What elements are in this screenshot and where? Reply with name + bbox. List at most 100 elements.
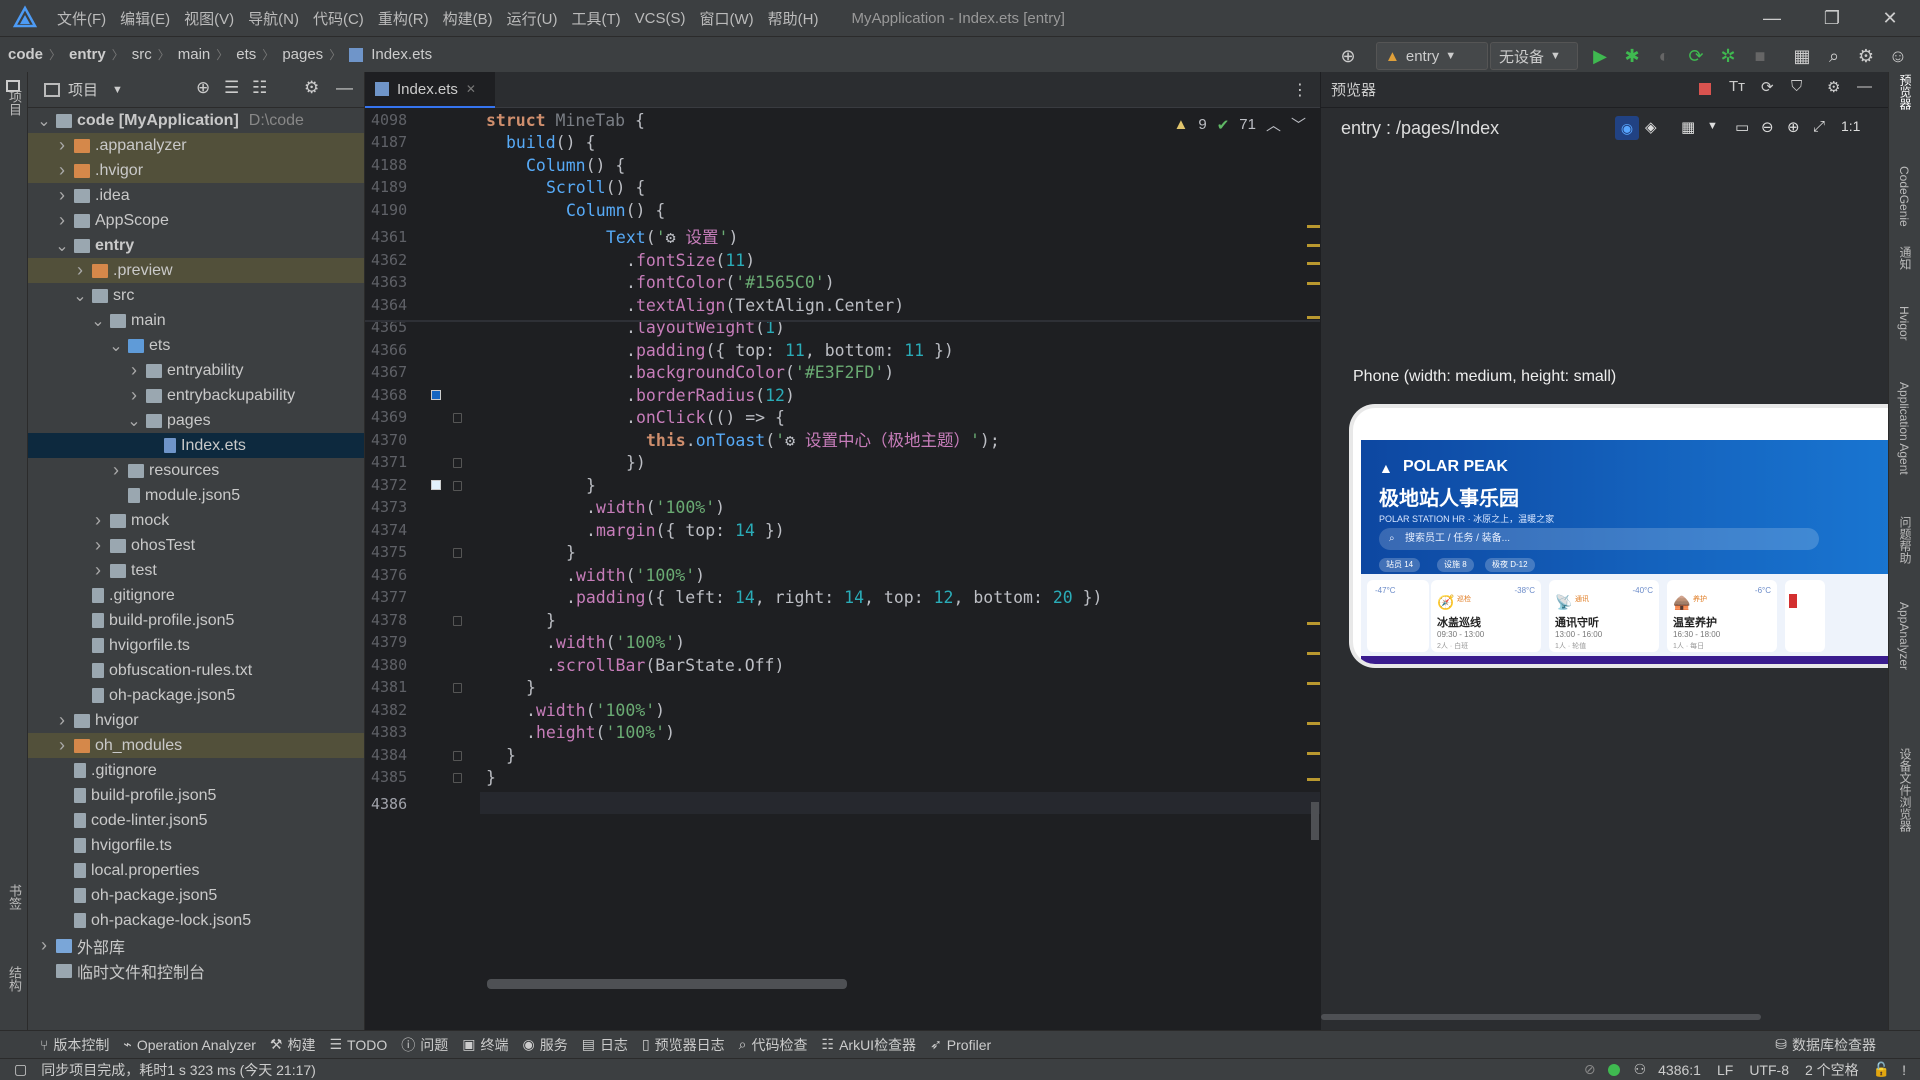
help-tool-button[interactable]: 问题帮助 <box>1897 516 1914 564</box>
profile-icon[interactable]: ✲ <box>1716 44 1740 68</box>
tree-item[interactable]: › 外部库 <box>28 933 364 958</box>
tree-item[interactable]: ⌄ pages <box>28 408 364 433</box>
target-icon[interactable]: ⊕ <box>1336 44 1360 68</box>
chevron-down-icon[interactable]: ⌄ <box>54 236 70 256</box>
stop-preview-icon[interactable] <box>1699 83 1711 95</box>
chip-facility[interactable]: 设施 8 <box>1437 558 1474 572</box>
minimize-icon[interactable]: — <box>1742 0 1802 36</box>
close-icon[interactable]: ✕ <box>1860 0 1920 36</box>
tree-item[interactable]: oh-package-lock.json5 <box>28 908 364 933</box>
appanalyzer-tool-button[interactable]: AppAnalyzer <box>1897 602 1911 670</box>
task-card[interactable]: 📡 通讯 -40°C 通讯守听 13:00 - 16:00 1人 · 轮值 <box>1549 580 1659 652</box>
debug-icon[interactable]: ✱ <box>1620 44 1644 68</box>
no-notifications-icon[interactable]: ⊘ <box>1584 1061 1596 1078</box>
frame-icon[interactable]: ▭ <box>1735 118 1749 136</box>
lock-icon[interactable]: 🔓 <box>1873 1061 1890 1078</box>
module-selector[interactable]: ▲ entry ▼ <box>1376 42 1488 70</box>
close-icon[interactable]: ✕ <box>466 82 476 96</box>
chevron-down-icon[interactable]: ▼ <box>112 84 123 96</box>
alert-icon[interactable]: ! <box>1902 1062 1906 1078</box>
tree-item[interactable]: Index.ets <box>28 433 364 458</box>
breadcrumb-ets[interactable]: ets <box>228 46 262 63</box>
tree-item[interactable]: › .idea <box>28 183 364 208</box>
menu-run[interactable]: 运行(U) <box>500 8 565 29</box>
collapse-all-icon[interactable]: ☷ <box>252 78 267 98</box>
fold-marker-icon[interactable] <box>453 548 462 558</box>
line-separator[interactable]: LF <box>1717 1062 1733 1078</box>
tree-item[interactable]: ⌄ code [MyApplication] D:\code <box>28 108 364 133</box>
build-tool-button[interactable]: ⚒ 构建 <box>270 1035 316 1055</box>
tree-item[interactable]: › hvigor <box>28 708 364 733</box>
indent-setting[interactable]: 2 个空格 <box>1805 1060 1859 1080</box>
status-message[interactable]: 同步项目完成，耗时1 s 323 ms (今天 21:17) <box>41 1060 316 1080</box>
search-icon[interactable]: ⌕ <box>1822 44 1846 68</box>
warning-marker[interactable] <box>1307 778 1321 781</box>
fold-marker-icon[interactable] <box>453 413 462 423</box>
tree-item[interactable]: code-linter.json5 <box>28 808 364 833</box>
fold-marker-icon[interactable] <box>453 751 462 761</box>
warning-marker[interactable] <box>1307 652 1321 655</box>
hide-icon[interactable]: — <box>336 78 353 98</box>
warning-marker[interactable] <box>1307 752 1321 755</box>
menu-help[interactable]: 帮助(H) <box>761 8 826 29</box>
tree-item[interactable]: › resources <box>28 458 364 483</box>
menu-file[interactable]: 文件(F) <box>50 8 113 29</box>
tree-item[interactable]: build-profile.json5 <box>28 608 364 633</box>
tree-item[interactable]: .gitignore <box>28 583 364 608</box>
warning-marker[interactable] <box>1307 262 1321 265</box>
chevron-right-icon[interactable]: › <box>126 360 142 381</box>
chevron-right-icon[interactable]: › <box>36 935 52 956</box>
chip-staff[interactable]: 站员 14 <box>1379 558 1421 572</box>
fold-marker-icon[interactable] <box>453 683 462 693</box>
code-check-tool-button[interactable]: ⌕ 代码检查 <box>739 1035 808 1055</box>
chevron-right-icon[interactable]: › <box>54 185 70 206</box>
run-icon[interactable]: ▶ <box>1588 44 1612 68</box>
chevron-right-icon[interactable]: › <box>54 710 70 731</box>
menu-code[interactable]: 代码(C) <box>306 8 371 29</box>
expand-all-icon[interactable]: ☰ <box>224 78 239 98</box>
tree-item[interactable]: obfuscation-rules.txt <box>28 658 364 683</box>
log-tool-button[interactable]: ▤ 日志 <box>582 1035 628 1055</box>
maximize-icon[interactable]: ❐ <box>1802 0 1862 36</box>
task-card[interactable] <box>1785 580 1825 652</box>
font-size-icon[interactable]: Tт <box>1729 78 1745 95</box>
eye-icon[interactable]: ◉ <box>1615 116 1639 140</box>
zoom-out-icon[interactable]: ⊖ <box>1761 118 1774 136</box>
hide-icon[interactable]: — <box>1857 78 1872 95</box>
preview-horizontal-scrollbar[interactable] <box>1321 1014 1761 1020</box>
layers-icon[interactable]: ◈ <box>1645 118 1657 136</box>
chevron-down-icon[interactable]: ⌄ <box>108 336 124 356</box>
menu-tools[interactable]: 工具(T) <box>564 8 627 29</box>
account-icon[interactable]: ☺ <box>1886 44 1910 68</box>
menu-view[interactable]: 视图(V) <box>177 8 241 29</box>
breadcrumb-src[interactable]: src <box>124 46 158 63</box>
stop-icon[interactable]: ■ <box>1748 44 1772 68</box>
tree-item[interactable]: module.json5 <box>28 483 364 508</box>
warning-marker[interactable] <box>1307 282 1321 285</box>
vcs-tool-button[interactable]: ⑂ 版本控制 <box>40 1035 109 1055</box>
tree-item[interactable]: build-profile.json5 <box>28 783 364 808</box>
codegenie-tool-button[interactable]: CodeGenie <box>1897 166 1911 227</box>
tree-item[interactable]: › .preview <box>28 258 364 283</box>
chevron-right-icon[interactable]: › <box>72 260 88 281</box>
grid-icon[interactable]: ▦ <box>1681 118 1695 136</box>
menu-navigate[interactable]: 导航(N) <box>241 8 306 29</box>
horizontal-scrollbar[interactable] <box>487 979 847 989</box>
previewer-tool-button[interactable]: 预览器 <box>1897 74 1914 110</box>
fold-marker-icon[interactable] <box>453 458 462 468</box>
menu-window[interactable]: 窗口(W) <box>692 8 760 29</box>
bookmarks-tool-button[interactable]: 书签 <box>5 884 24 910</box>
breadcrumb-main[interactable]: main <box>170 46 217 63</box>
chevron-down-icon[interactable]: ⌄ <box>126 411 142 431</box>
chevron-right-icon[interactable]: › <box>54 735 70 756</box>
caret-position[interactable]: 4386:1 <box>1658 1062 1701 1078</box>
locate-icon[interactable]: ⊕ <box>196 78 210 98</box>
terminal-tool-button[interactable]: ▣ 终端 <box>462 1035 508 1055</box>
breadcrumb-code[interactable]: code <box>0 46 49 63</box>
tree-item[interactable]: › ohosTest <box>28 533 364 558</box>
tree-item[interactable]: ⌄ main <box>28 308 364 333</box>
tree-item[interactable]: › .hvigor <box>28 158 364 183</box>
tree-item[interactable]: local.properties <box>28 858 364 883</box>
arkui-inspector-tool-button[interactable]: ☷ ArkUI检查器 <box>822 1035 917 1055</box>
chevron-right-icon[interactable]: › <box>90 510 106 531</box>
